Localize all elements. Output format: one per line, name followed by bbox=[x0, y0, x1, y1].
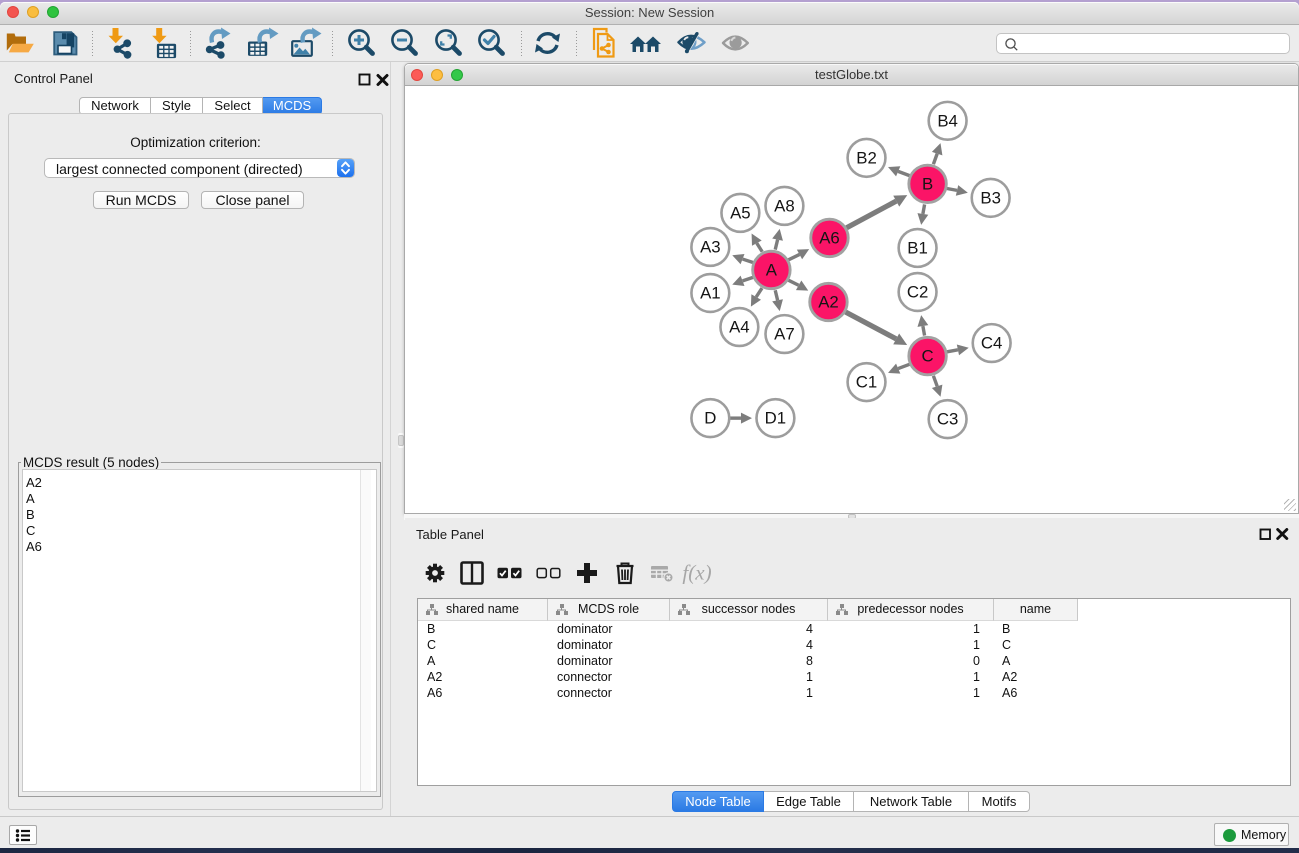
svg-text:B4: B4 bbox=[937, 111, 958, 130]
svg-text:C: C bbox=[922, 347, 934, 366]
svg-text:A5: A5 bbox=[730, 203, 751, 222]
svg-text:A7: A7 bbox=[774, 325, 795, 344]
svg-text:C3: C3 bbox=[937, 410, 958, 429]
svg-text:f(x): f(x) bbox=[682, 561, 711, 585]
svg-text:A4: A4 bbox=[729, 318, 750, 337]
svg-text:B3: B3 bbox=[980, 188, 1001, 207]
svg-text:C1: C1 bbox=[856, 373, 877, 392]
svg-text:D: D bbox=[704, 409, 716, 428]
svg-text:A2: A2 bbox=[818, 293, 839, 312]
svg-text:A: A bbox=[766, 260, 778, 279]
svg-text:D1: D1 bbox=[765, 409, 786, 428]
svg-text:C4: C4 bbox=[981, 334, 1002, 353]
svg-text:A6: A6 bbox=[819, 228, 840, 247]
svg-text:A1: A1 bbox=[700, 283, 721, 302]
svg-text:A3: A3 bbox=[700, 237, 721, 256]
svg-text:A8: A8 bbox=[774, 196, 795, 215]
svg-text:C2: C2 bbox=[907, 282, 928, 301]
svg-text:B: B bbox=[922, 174, 933, 193]
svg-text:B2: B2 bbox=[856, 148, 877, 167]
svg-text:B1: B1 bbox=[907, 238, 928, 257]
